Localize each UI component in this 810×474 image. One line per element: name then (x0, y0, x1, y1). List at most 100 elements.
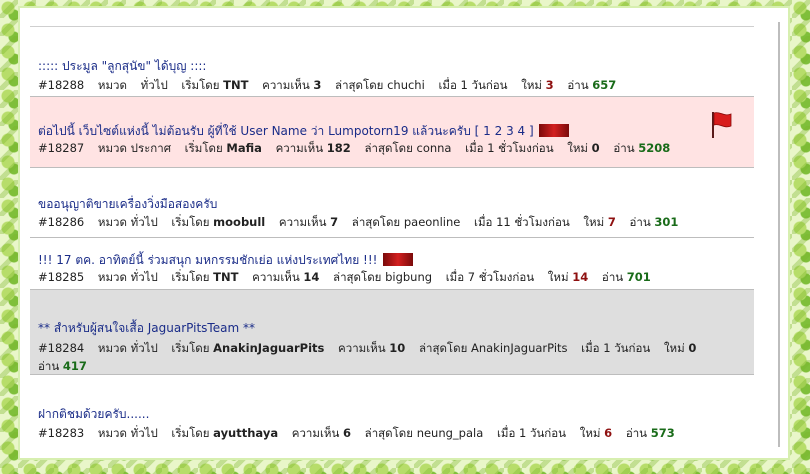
new-label: ใหม่ (547, 270, 569, 284)
category-value[interactable]: ทั่วไป (131, 341, 158, 355)
topic-title-link[interactable]: !!! 17 ตค. อาทิตย์นี้ ร่วมสนุก มหกรรมชัก… (38, 253, 378, 267)
comments: ความเห็น 7 (279, 215, 338, 229)
starter-name[interactable]: ayutthaya (213, 426, 278, 440)
topic-meta: #18287 หมวด ประกาศ เริ่มโดย Mafia ความเห… (38, 140, 680, 158)
last-label: ล่าสุดโดย (335, 78, 384, 92)
starter: เริ่มโดย TNT (171, 270, 238, 284)
page-links[interactable]: [ 1 2 3 4 ] (475, 124, 534, 138)
read-count: 701 (626, 270, 651, 284)
category-label: หมวด (97, 215, 127, 229)
starter-label: เริ่มโดย (181, 78, 220, 92)
new-posts: ใหม่ 14 (548, 270, 588, 284)
topic-row: ** สำหรับผู้สนใจเสื้อ JaguarPitsTeam ** … (30, 290, 754, 375)
new-posts: ใหม่ 3 (521, 78, 553, 92)
comments-label: ความเห็น (291, 426, 340, 440)
comments-count: 182 (326, 141, 351, 155)
new-posts: ใหม่ 0 (567, 141, 599, 155)
new-posts: ใหม่ 0 (664, 341, 696, 355)
comments: ความเห็น 14 (252, 270, 319, 284)
topic-title-link[interactable]: ขออนุญาติขายเครื่องวิ่งมือสองครับ (38, 195, 217, 214)
category: หมวด ทั่วไป (98, 78, 168, 92)
last-by[interactable]: neung_pala (417, 426, 484, 440)
comments-label: ความเห็น (278, 215, 327, 229)
comments-label: ความเห็น (338, 341, 386, 355)
hot-bar-icon (538, 124, 569, 137)
read-count: 301 (654, 215, 679, 229)
starter-label: เริ่มโดย (171, 215, 210, 229)
read-count: 5208 (638, 141, 671, 155)
category: หมวด ประกาศ (98, 141, 171, 155)
when: เมื่อ 1 ชั่วโมงก่อน (465, 141, 554, 155)
comments-count: 3 (313, 78, 322, 92)
comments: ความเห็น 3 (262, 78, 321, 92)
comments-count: 14 (303, 270, 320, 284)
topic-title-link[interactable]: ฝากติชมด้วยครับ...... (38, 405, 149, 424)
comments-label: ความเห็น (262, 78, 310, 92)
read-count: 417 (62, 359, 87, 373)
topic-row: ฝากติชมด้วยครับ...... #18283 หมวด ทั่วไป… (30, 375, 754, 451)
last-label: ล่าสุดโดย (364, 426, 414, 440)
read-count: 573 (650, 426, 675, 440)
comments-count: 10 (389, 341, 406, 355)
topic-title-link[interactable]: ต่อไปนี้ เว็บไซต์แห่งนี้ ไม่ต้อนรับ ผู้ท… (38, 124, 471, 138)
category-value[interactable]: ประกาศ (131, 141, 171, 155)
new-posts: ใหม่ 6 (580, 426, 612, 440)
category: หมวด ทั่วไป (98, 341, 158, 355)
last-label: ล่าสุดโดย (351, 215, 401, 229)
last-post: ล่าสุดโดย AnakinJaguarPits (419, 341, 568, 355)
topic-row: ขออนุญาติขายเครื่องวิ่งมือสองครับ #18286… (30, 168, 754, 238)
category-value[interactable]: ทั่วไป (131, 215, 158, 229)
read-label: อ่าน (625, 426, 648, 440)
read-label: อ่าน (613, 141, 635, 155)
category: หมวด ทั่วไป (98, 215, 158, 229)
new-posts: ใหม่ 7 (583, 215, 615, 229)
read-label: อ่าน (38, 359, 60, 373)
starter-name[interactable]: moobull (213, 215, 265, 229)
category-value[interactable]: ทั่วไป (131, 270, 158, 284)
starter: เริ่มโดย Mafia (185, 141, 262, 155)
starter-label: เริ่มโดย (171, 270, 210, 284)
last-by[interactable]: chuchi (387, 78, 425, 92)
when: เมื่อ 1 วันก่อน (438, 78, 508, 92)
last-by[interactable]: bigbung (385, 270, 432, 284)
reads: อ่าน 301 (630, 215, 679, 229)
comments-label: ความเห็น (252, 270, 300, 284)
last-post: ล่าสุดโดย conna (364, 141, 451, 155)
topic-id: #18283 (38, 426, 85, 440)
topic-title: ต่อไปนี้ เว็บไซต์แห่งนี้ ไม่ต้อนรับ ผู้ท… (38, 122, 569, 141)
reads: อ่าน 657 (567, 78, 616, 92)
topic-meta: #18286 หมวด ทั่วไป เริ่มโดย moobull ความ… (38, 214, 688, 232)
when: เมื่อ 1 วันก่อน (581, 341, 651, 355)
category-value[interactable]: ทั่วไป (131, 426, 158, 440)
starter-name[interactable]: Mafia (226, 141, 262, 155)
last-by[interactable]: paeonline (404, 215, 461, 229)
topic-title-link[interactable]: ** สำหรับผู้สนใจเสื้อ JaguarPitsTeam ** (38, 319, 255, 338)
topic-row: !!! 17 ตค. อาทิตย์นี้ ร่วมสนุก มหกรรมชัก… (30, 238, 754, 290)
topic-title-link[interactable]: ::::: ประมูล "ลูกสุนัข" ได้บุญ :::: (38, 57, 206, 76)
last-label: ล่าสุดโดย (333, 270, 382, 284)
starter-name[interactable]: TNT (213, 270, 238, 284)
read-label: อ่าน (629, 215, 651, 229)
new-label: ใหม่ (521, 78, 542, 92)
last-post: ล่าสุดโดย neung_pala (365, 426, 484, 440)
starter-name[interactable]: AnakinJaguarPits (213, 341, 324, 355)
last-by[interactable]: conna (417, 141, 452, 155)
scrollbar[interactable] (778, 22, 780, 447)
last-post: ล่าสุดโดย chuchi (335, 78, 425, 92)
new-count: 0 (591, 141, 600, 155)
starter-name[interactable]: TNT (223, 78, 248, 92)
category: หมวด ทั่วไป (98, 270, 158, 284)
reads: อ่าน 417 (38, 359, 87, 373)
last-by[interactable]: AnakinJaguarPits (471, 341, 568, 355)
topic-row: ::::: ประมูล "ลูกสุนัข" ได้บุญ :::: #182… (30, 27, 754, 97)
new-label: ใหม่ (663, 341, 685, 355)
topic-title: !!! 17 ตค. อาทิตย์นี้ ร่วมสนุก มหกรรมชัก… (38, 251, 413, 270)
reads: อ่าน 573 (626, 426, 675, 440)
new-label: ใหม่ (579, 426, 601, 440)
red-flag-icon (712, 112, 732, 138)
read-count: 657 (592, 78, 617, 92)
starter-label: เริ่มโดย (184, 141, 223, 155)
category-value[interactable]: ทั่วไป (141, 78, 168, 92)
category: หมวด ทั่วไป (98, 426, 158, 440)
last-label: ล่าสุดโดย (418, 341, 468, 355)
